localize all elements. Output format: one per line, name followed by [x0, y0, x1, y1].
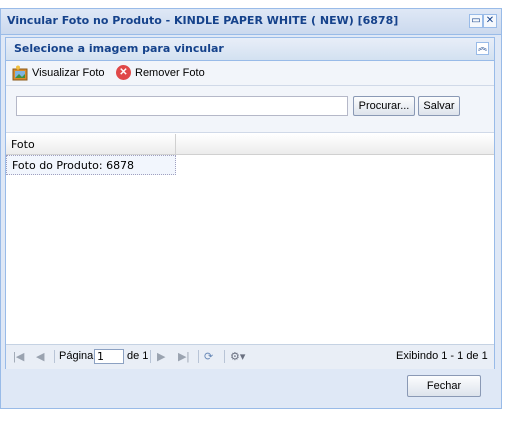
maximize-icon[interactable]: ▭ — [469, 14, 483, 28]
page-number-input[interactable]: 1 — [94, 349, 124, 364]
browse-button[interactable]: Procurar... — [353, 96, 415, 116]
refresh-icon[interactable]: ⟳ — [204, 350, 213, 363]
save-button[interactable]: Salvar — [418, 96, 460, 116]
next-page-icon[interactable]: ▶ — [157, 350, 165, 363]
page-count-label: de 1 — [127, 350, 149, 362]
photo-panel: Selecione a imagem para vincular ︽ Visua… — [5, 37, 495, 369]
dialog-window: Vincular Foto no Produto - KINDLE PAPER … — [0, 8, 502, 409]
last-page-icon[interactable]: ▶| — [178, 350, 189, 363]
photo-icon — [12, 65, 28, 81]
view-photo-label: Visualizar Foto — [32, 67, 105, 79]
divider — [224, 350, 225, 363]
paging-toolbar: |◀ ◀ Página 1 de 1 ▶ ▶| ⟳ ⚙▾ Exibindo 1 … — [6, 344, 494, 369]
close-button[interactable]: Fechar — [407, 375, 481, 397]
view-photo-button[interactable]: Visualizar Foto — [12, 65, 105, 81]
photo-grid: Foto Foto do Produto: 6878 — [6, 134, 494, 344]
close-icon[interactable]: ✕ — [483, 14, 497, 28]
table-row[interactable]: Foto do Produto: 6878 — [6, 155, 176, 175]
window-title: Vincular Foto no Produto - KINDLE PAPER … — [7, 14, 399, 27]
panel-header: Selecione a imagem para vincular ︽ — [6, 38, 494, 61]
divider — [198, 350, 199, 363]
divider — [54, 350, 55, 363]
file-path-input[interactable] — [16, 96, 348, 116]
page-label: Página — [59, 350, 94, 362]
settings-icon[interactable]: ⚙▾ — [230, 350, 245, 363]
title-bar[interactable]: Vincular Foto no Produto - KINDLE PAPER … — [1, 9, 501, 35]
grid-header: Foto — [6, 134, 494, 155]
remove-icon: ✕ — [116, 65, 131, 80]
collapse-icon[interactable]: ︽ — [476, 42, 489, 55]
upload-form: Procurar... Salvar — [6, 86, 494, 133]
divider — [150, 350, 151, 363]
remove-photo-label: Remover Foto — [135, 66, 205, 79]
display-info: Exibindo 1 - 1 de 1 — [396, 350, 488, 362]
first-page-icon[interactable]: |◀ — [13, 350, 24, 363]
column-header-foto[interactable]: Foto — [6, 134, 176, 154]
panel-title: Selecione a imagem para vincular — [14, 42, 224, 55]
prev-page-icon[interactable]: ◀ — [36, 350, 44, 363]
toolbar: Visualizar Foto ✕ Remover Foto — [6, 61, 494, 86]
remove-photo-button[interactable]: ✕ Remover Foto — [116, 65, 205, 80]
